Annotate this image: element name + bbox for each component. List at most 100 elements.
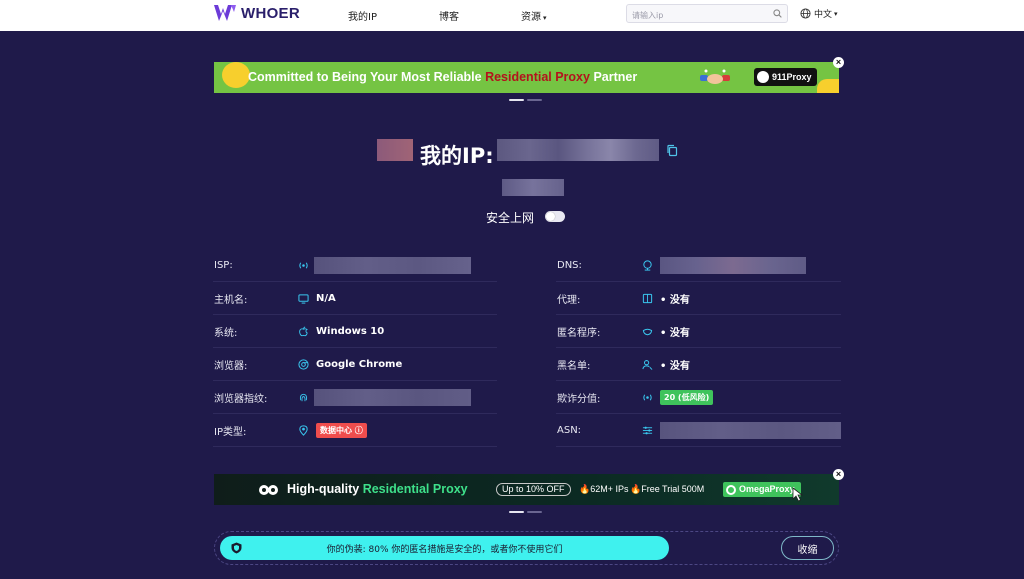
info-row-fingerprint: 浏览器指纹: <box>213 381 497 414</box>
disguise-status-bar: 你的伪装: 80% 你的匿名措施是安全的，或者你不使用它们 收缩 <box>214 531 839 565</box>
page-title: 我的IP: <box>420 144 494 168</box>
mask-icon <box>642 328 653 335</box>
info-row-hostname: 主机名: N/A <box>213 282 497 315</box>
carousel-dot[interactable] <box>527 99 542 101</box>
search-icon[interactable] <box>773 9 782 18</box>
brand-911proxy: 911Proxy <box>754 68 817 86</box>
top-navbar: WHOER 我的IP 博客 资源▾ 中文 ▾ <box>0 0 1024 31</box>
ad-banner-omegaproxy[interactable]: High-quality Residential Proxy Up to 10%… <box>214 474 839 505</box>
nav-link-my-ip[interactable]: 我的IP <box>348 8 377 23</box>
banner-headline: Committed to Being Your Most Reliable Re… <box>248 70 637 84</box>
info-row-isp: ISP: <box>213 249 497 282</box>
banner-text-pre: High-quality <box>287 482 363 496</box>
info-label: 系统: <box>214 327 238 339</box>
omegaproxy-logo-icon <box>259 485 278 495</box>
info-value: N/A <box>316 292 336 304</box>
info-label: ASN: <box>557 424 582 436</box>
info-row-dns: DNS: <box>556 249 841 282</box>
ip-type-badge[interactable]: 数据中心 ⓘ <box>316 422 367 438</box>
toggle-knob <box>546 212 555 221</box>
info-row-fraud-score: 欺诈分值: 20 (低风险) <box>556 381 841 414</box>
language-label: 中文 <box>814 10 833 20</box>
banner-text-highlight: Residential Proxy <box>362 482 468 496</box>
user-block-icon <box>642 359 653 370</box>
logo-text: WHOER <box>241 4 300 22</box>
fingerprint-redacted <box>314 388 471 406</box>
secure-browsing-toggle[interactable] <box>545 211 565 222</box>
sliders-icon <box>642 426 653 434</box>
disguise-message: 你的伪装: 80% 你的匿名措施是安全的，或者你不使用它们 <box>326 545 563 555</box>
ad-banner-911proxy[interactable]: Committed to Being Your Most Reliable Re… <box>214 62 839 93</box>
carousel-dots-top <box>509 99 542 101</box>
disguise-progress-pill: 你的伪装: 80% 你的匿名措施是安全的，或者你不使用它们 <box>220 536 669 560</box>
nav-link-resources-label: 资源 <box>521 12 541 23</box>
close-icon[interactable]: × <box>833 469 844 480</box>
radar-icon <box>643 393 652 401</box>
search-input[interactable] <box>627 7 767 24</box>
logo-w-icon <box>214 5 236 21</box>
language-selector[interactable]: 中文 ▾ <box>800 7 838 20</box>
info-value: • 没有 <box>660 327 690 339</box>
close-icon[interactable]: × <box>833 57 844 68</box>
info-row-ip-type: IP类型: 数据中心 ⓘ <box>213 414 497 447</box>
discount-tag: Up to 10% OFF <box>496 483 571 496</box>
fingerprint-icon <box>299 393 308 401</box>
info-row-anonymizer: 匿名程序: • 没有 <box>556 315 841 348</box>
collapse-button[interactable]: 收缩 <box>781 536 834 560</box>
nav-link-resources[interactable]: 资源 ▾ <box>521 8 547 23</box>
banner-headline: High-quality Residential Proxy <box>287 482 468 496</box>
info-label: 匿名程序: <box>557 327 601 339</box>
info-value: Windows 10 <box>316 325 385 337</box>
fraud-score-badge: 20 (低风险) <box>660 389 714 405</box>
info-label: 浏览器指纹: <box>214 393 268 405</box>
proxy-icon <box>642 293 653 303</box>
dns-icon <box>643 259 652 271</box>
banner-text-highlight: Residential Proxy <box>485 70 590 84</box>
secure-browsing-label: 安全上网 <box>486 211 535 225</box>
decorative-blob <box>222 62 250 88</box>
info-value: • 没有 <box>660 294 690 306</box>
info-row-os: 系统: Windows 10 <box>213 315 497 348</box>
monitor-icon <box>298 293 309 304</box>
copy-icon[interactable] <box>666 144 678 157</box>
carousel-dot[interactable] <box>527 511 542 513</box>
info-label: 欺诈分值: <box>557 393 601 405</box>
globe-icon <box>800 8 811 19</box>
ip-address-redacted <box>497 139 659 161</box>
signal-icon <box>299 261 308 269</box>
info-label: ISP: <box>214 259 233 271</box>
omegaproxy-mark-icon <box>726 484 736 495</box>
search-box <box>626 4 788 24</box>
decorative-corner <box>817 79 839 93</box>
info-label: 浏览器: <box>214 360 248 372</box>
country-flag-redacted <box>377 139 413 161</box>
brand-omegaproxy-label: OmegaProxy <box>739 484 795 494</box>
info-label: 代理: <box>557 294 581 306</box>
asn-redacted <box>660 421 841 439</box>
banner-text-pre: Committed to Being Your Most Reliable <box>248 70 486 84</box>
info-label: 主机名: <box>214 294 248 306</box>
info-label: DNS: <box>557 259 582 271</box>
info-value: Google Chrome <box>316 358 403 370</box>
whoer-logo[interactable]: WHOER <box>213 4 300 22</box>
feature-trial: 🔥Free Trial 500M <box>630 484 705 494</box>
handshake-icon <box>700 69 730 84</box>
911proxy-logo-icon <box>757 71 769 83</box>
info-row-asn: ASN: <box>556 414 841 447</box>
carousel-dot[interactable] <box>509 99 524 101</box>
info-row-proxy: 代理: • 没有 <box>556 282 841 315</box>
carousel-dot[interactable] <box>509 511 524 513</box>
apple-icon <box>299 325 308 336</box>
location-redacted <box>502 179 564 196</box>
chevron-down-icon: ▾ <box>543 14 547 22</box>
cursor-icon <box>792 487 804 502</box>
brand-911proxy-label: 911Proxy <box>772 72 812 82</box>
info-label: IP类型: <box>214 426 247 438</box>
feature-ips: 🔥62M+ IPs <box>579 484 629 494</box>
banner-text-post: Partner <box>589 70 638 84</box>
chevron-down-icon: ▾ <box>834 9 838 18</box>
dns-redacted <box>660 256 806 274</box>
nav-link-blog[interactable]: 博客 <box>439 8 459 23</box>
info-label: 黑名单: <box>557 360 591 372</box>
info-row-blacklist: 黑名单: • 没有 <box>556 348 841 381</box>
